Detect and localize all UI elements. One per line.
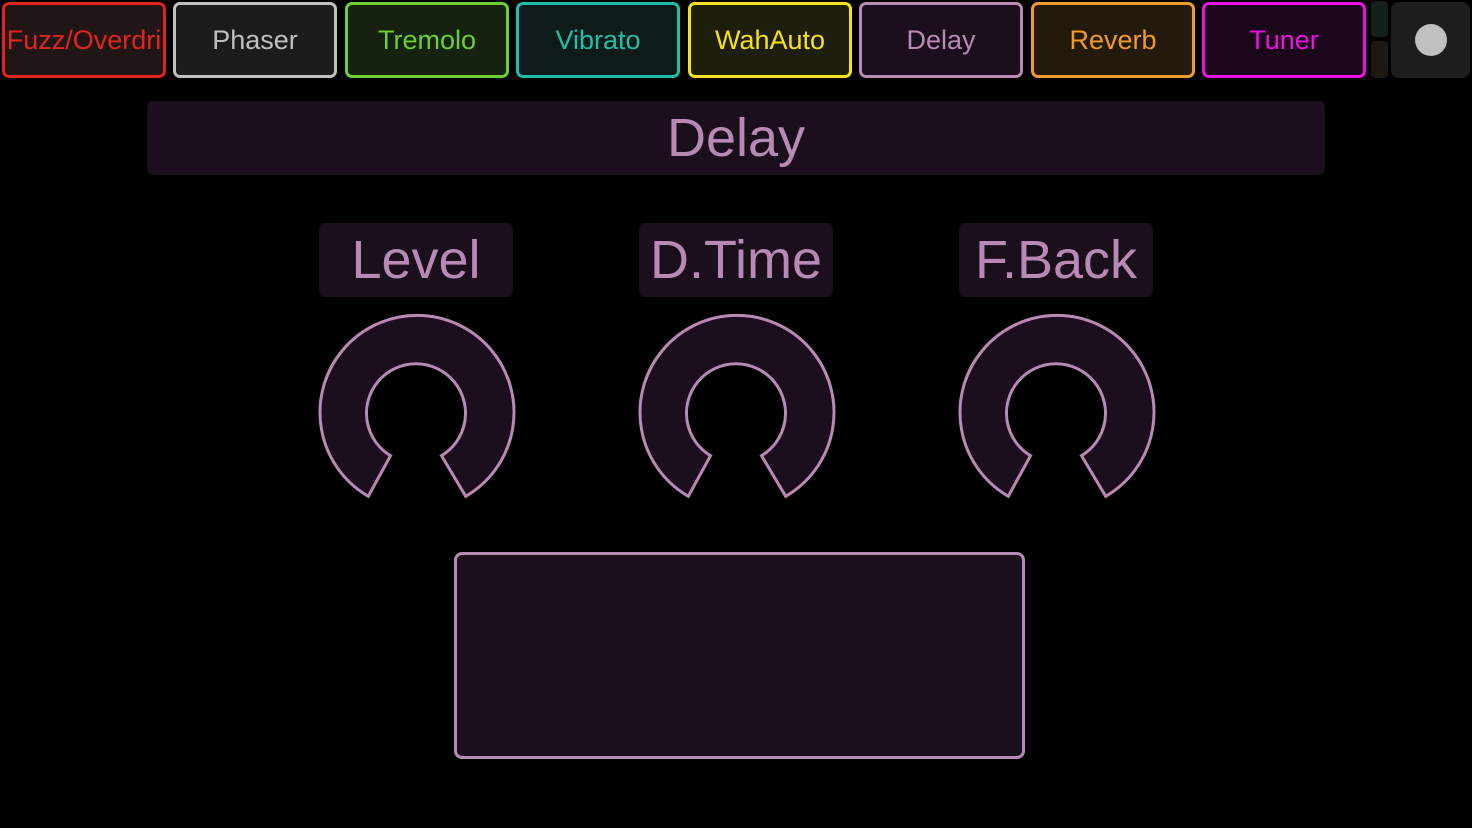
side-button-lower[interactable]: [1371, 41, 1388, 78]
tab-label: WahAuto: [714, 24, 826, 55]
power-dot-icon: [1415, 24, 1447, 56]
power-button[interactable]: [1391, 2, 1470, 78]
tab-label: Fuzz/Overdri: [6, 24, 162, 55]
knob-label-dtime: D.Time: [639, 223, 833, 297]
tab-tuner[interactable]: Tuner: [1202, 2, 1366, 78]
tab-label: Delay: [906, 24, 976, 55]
tab-reverb[interactable]: Reverb: [1031, 2, 1195, 78]
level-knob[interactable]: [311, 305, 521, 515]
knob-label-text: D.Time: [650, 230, 822, 290]
effect-title: Delay: [666, 108, 806, 168]
tab-delay[interactable]: Delay: [859, 2, 1023, 78]
tab-wahauto[interactable]: WahAuto: [688, 2, 852, 78]
knob-label-level: Level: [319, 223, 513, 297]
effect-toggle-pad[interactable]: [454, 552, 1025, 759]
side-button-upper[interactable]: [1371, 1, 1388, 37]
effect-title-bar: Delay: [147, 101, 1325, 175]
knob-arc: [638, 313, 836, 499]
feedback-knob[interactable]: [951, 305, 1161, 515]
knob-arc: [318, 313, 516, 499]
tab-tremolo[interactable]: Tremolo: [345, 2, 509, 78]
tab-label: Reverb: [1069, 24, 1157, 55]
knob-label-fback: F.Back: [959, 223, 1153, 297]
tab-phaser[interactable]: Phaser: [173, 2, 337, 78]
delay-time-knob[interactable]: [631, 305, 841, 515]
tab-vibrato[interactable]: Vibrato: [516, 2, 680, 78]
knob-label-text: Level: [351, 230, 481, 290]
tab-label: Tuner: [1249, 24, 1319, 55]
tab-fuzz-overdrive[interactable]: Fuzz/Overdri: [2, 2, 166, 78]
tab-label: Phaser: [212, 24, 298, 55]
knob-label-text: F.Back: [974, 230, 1138, 290]
tab-label: Tremolo: [377, 24, 477, 55]
knob-arc: [958, 313, 1156, 499]
tab-label: Vibrato: [555, 24, 641, 55]
